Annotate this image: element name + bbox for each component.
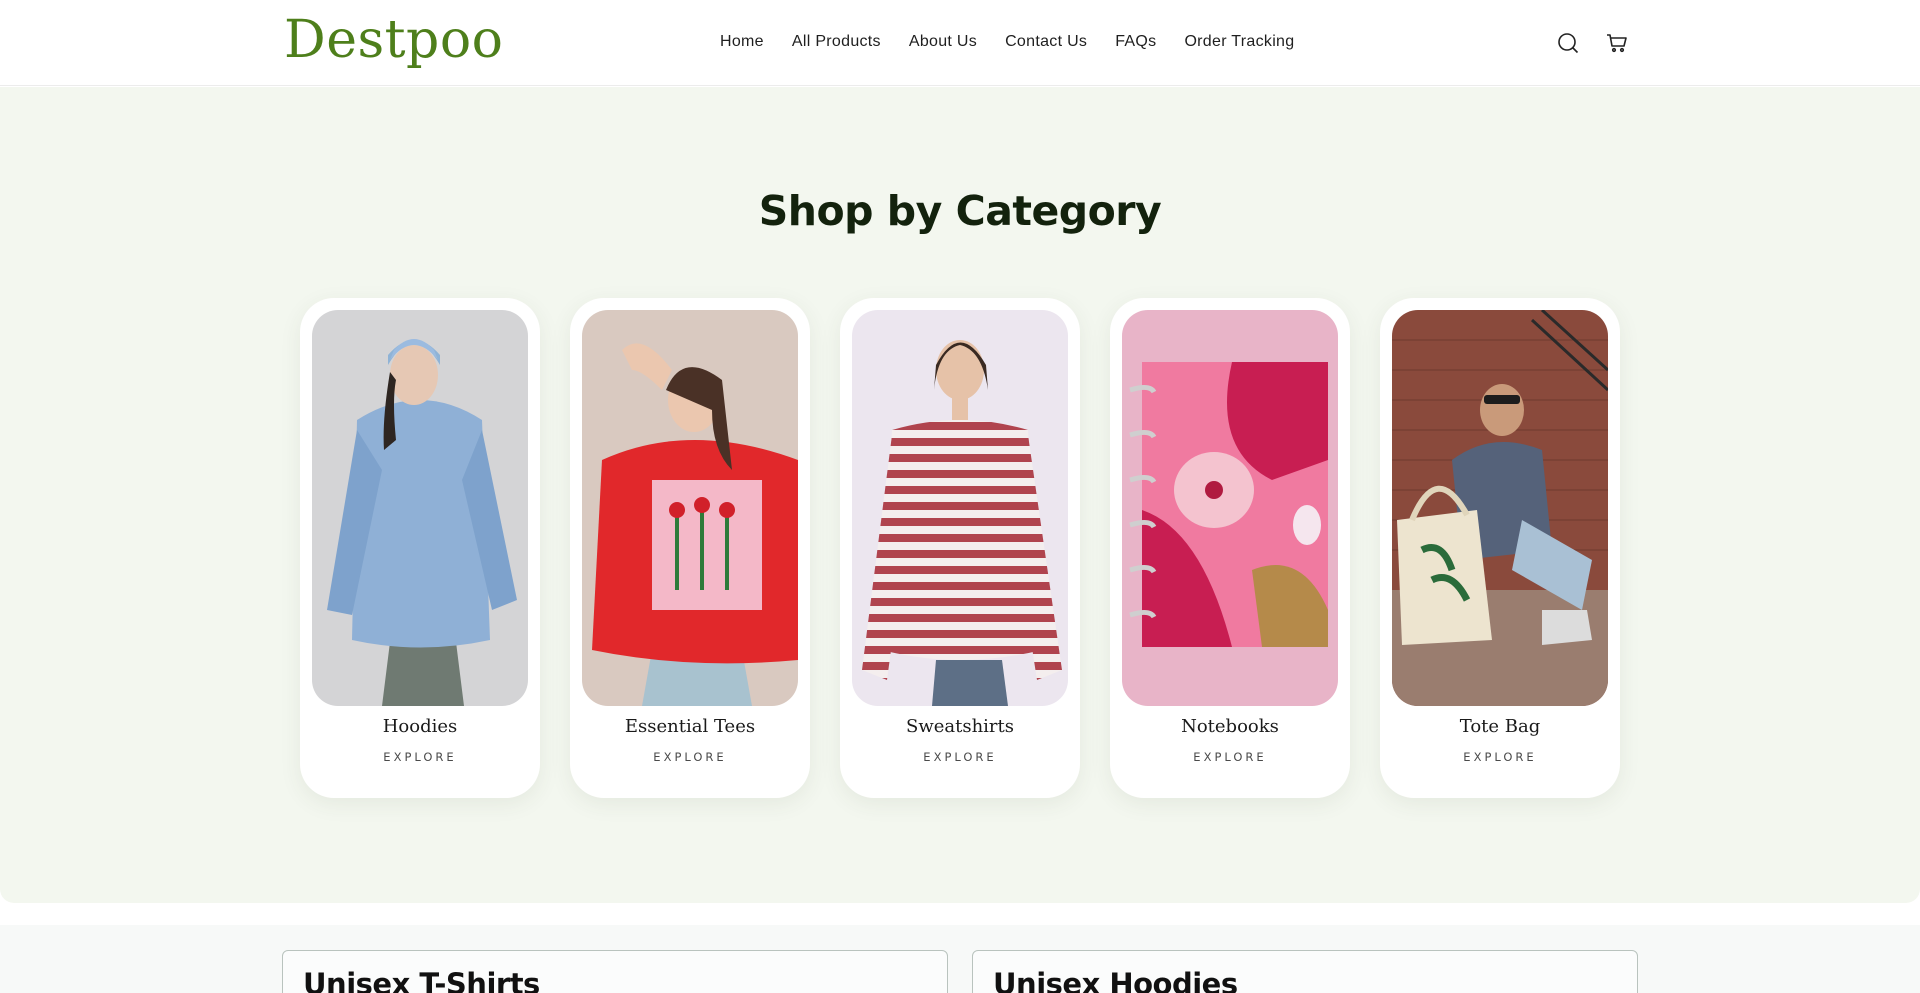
essential-tees-image[interactable] xyxy=(582,310,798,706)
explore-link[interactable]: EXPLORE xyxy=(1110,750,1350,764)
collection-card-unisex-tshirts[interactable]: Unisex T-Shirts xyxy=(282,950,948,993)
explore-link[interactable]: EXPLORE xyxy=(840,750,1080,764)
tote-bag-image[interactable] xyxy=(1392,310,1608,706)
hoodies-image[interactable] xyxy=(312,310,528,706)
nav-all-products[interactable]: All Products xyxy=(792,33,881,51)
category-cards: Hoodies EXPLORE Essential Tees EXPLORE S… xyxy=(300,298,1620,798)
category-name: Notebooks xyxy=(1181,716,1279,737)
collection-card-unisex-hoodies[interactable]: Unisex Hoodies xyxy=(972,950,1638,993)
explore-link[interactable]: EXPLORE xyxy=(1380,750,1620,764)
nav-about-us[interactable]: About Us xyxy=(909,33,977,51)
nav-contact-us[interactable]: Contact Us xyxy=(1005,33,1087,51)
nav-faqs[interactable]: FAQs xyxy=(1115,33,1156,51)
explore-link[interactable]: EXPLORE xyxy=(570,750,810,764)
category-name: Hoodies xyxy=(382,716,458,737)
notebooks-image[interactable] xyxy=(1122,310,1338,706)
shop-by-category-section: Shop by Category Hoodies EXPLORE Essenti… xyxy=(0,87,1920,903)
explore-link[interactable]: EXPLORE xyxy=(300,750,540,764)
category-card-sweatshirts[interactable]: Sweatshirts EXPLORE xyxy=(840,298,1080,798)
category-card-tote-bag[interactable]: Tote Bag EXPLORE xyxy=(1380,298,1620,798)
category-name: Essential Tees xyxy=(624,716,756,737)
sweatshirts-image[interactable] xyxy=(852,310,1068,706)
nav-order-tracking[interactable]: Order Tracking xyxy=(1184,33,1294,51)
site-header: Destpoo Home All Products About Us Conta… xyxy=(0,0,1920,86)
category-card-notebooks[interactable]: Notebooks EXPLORE xyxy=(1110,298,1350,798)
cart-icon[interactable] xyxy=(1604,30,1630,56)
collection-title: Unisex T-Shirts xyxy=(303,967,540,993)
main-nav: Home All Products About Us Contact Us FA… xyxy=(720,33,1294,51)
category-card-hoodies[interactable]: Hoodies EXPLORE xyxy=(300,298,540,798)
nav-home[interactable]: Home xyxy=(720,33,764,51)
search-icon[interactable] xyxy=(1555,30,1581,56)
section-title: Shop by Category xyxy=(758,187,1162,235)
category-name: Sweatshirts xyxy=(905,716,1015,737)
brand-logo[interactable]: Destpoo xyxy=(284,10,503,70)
collection-title: Unisex Hoodies xyxy=(993,967,1238,993)
category-card-essential-tees[interactable]: Essential Tees EXPLORE xyxy=(570,298,810,798)
category-name: Tote Bag xyxy=(1459,716,1541,737)
